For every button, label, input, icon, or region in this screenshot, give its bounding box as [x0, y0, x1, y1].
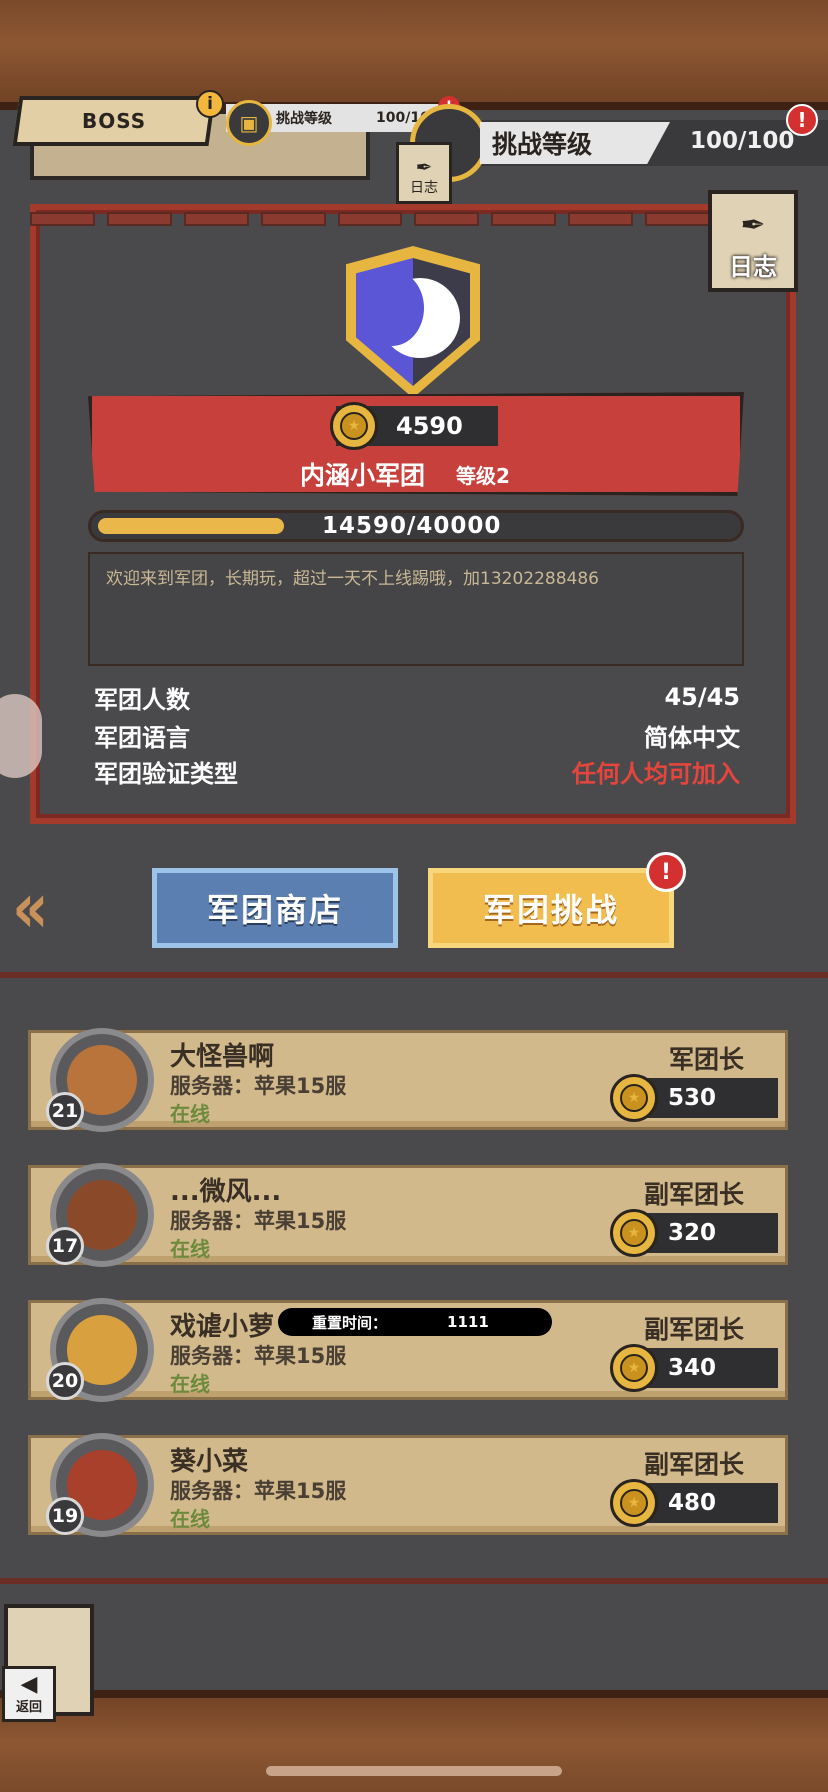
quill-icon: ✒ — [415, 155, 433, 179]
moon-cut — [360, 270, 424, 346]
member-coins: 320 — [668, 1220, 717, 1246]
log-button-small[interactable]: ✒ 日志 — [396, 142, 452, 204]
divider — [0, 972, 828, 978]
alert-icon: ! — [786, 104, 818, 136]
quill-icon: ✒ — [740, 208, 766, 243]
guild-shop-button[interactable]: 军团商店 — [152, 868, 398, 948]
log-label-small: 日志 — [410, 180, 438, 196]
member-server: 服务器：苹果15服 — [170, 1344, 347, 1368]
guild-score: 4590 — [396, 412, 463, 440]
guild-challenge-button[interactable]: 军团挑战 — [428, 868, 674, 948]
back-label: 返回 — [15, 1699, 42, 1715]
member-status: 在线 — [170, 1507, 210, 1531]
coin-icon: ★ — [610, 1344, 658, 1392]
member-name: ...微风... — [170, 1177, 282, 1207]
reset-time-value: 1111 — [447, 1313, 489, 1331]
home-indicator[interactable] — [266, 1766, 562, 1776]
top-wood-frame — [0, 0, 828, 110]
mini-challenge-label: 挑战等级 — [276, 111, 332, 127]
divider — [0, 1578, 828, 1584]
bottom-wood-frame — [0, 1690, 828, 1792]
challenge-alert-icon: ! — [646, 852, 686, 892]
member-role: 副军团长 — [643, 1450, 744, 1479]
member-coins: 530 — [668, 1085, 717, 1111]
member-status: 在线 — [170, 1102, 210, 1126]
info-value: 简体中文 — [644, 723, 740, 752]
member-level-badge: 17 — [46, 1227, 84, 1265]
challenge-level-value: 100/100 — [690, 128, 795, 154]
member-status: 在线 — [170, 1237, 210, 1261]
treasure-chest-icon: ▣ — [226, 100, 272, 146]
member-coins: 340 — [668, 1355, 717, 1381]
coin-icon: ★ — [610, 1479, 658, 1527]
boss-button[interactable]: BOSS — [12, 96, 216, 146]
log-label: 日志 — [729, 253, 777, 281]
member-role: 副军团长 — [643, 1315, 744, 1344]
back-button[interactable]: ◀ 返回 — [2, 1666, 56, 1722]
member-name: 葵小菜 — [170, 1447, 249, 1477]
coin-icon: ★ — [610, 1074, 658, 1122]
info-label: 军团人数 — [94, 685, 190, 714]
member-server: 服务器：苹果15服 — [170, 1074, 347, 1098]
double-chevron-left-icon[interactable]: « — [12, 872, 62, 944]
panel-decoration — [30, 212, 711, 232]
boss-label: BOSS — [81, 109, 147, 133]
info-value: 45/45 — [664, 683, 740, 711]
reset-time-overlay: 重置时间： 1111 — [278, 1308, 552, 1336]
member-name: 大怪兽啊 — [170, 1042, 275, 1072]
coin-icon: ★ — [330, 402, 378, 450]
guild-name: 内涵小军团 — [300, 461, 426, 490]
info-icon[interactable]: i — [196, 90, 224, 118]
member-role: 军团长 — [668, 1045, 744, 1074]
member-server: 服务器：苹果15服 — [170, 1479, 347, 1503]
guild-level: 等级2 — [456, 464, 510, 488]
info-label: 军团验证类型 — [94, 759, 238, 788]
info-row-members: 军团人数 45/45 — [94, 680, 740, 714]
member-level-badge: 20 — [46, 1362, 84, 1400]
member-level-badge: 19 — [46, 1497, 84, 1535]
info-row-language: 军团语言 简体中文 — [94, 718, 740, 752]
info-label: 军团语言 — [94, 723, 190, 752]
chat-bubble-icon[interactable] — [0, 694, 42, 778]
member-name: 戏谑小萝 — [170, 1312, 275, 1342]
back-arrow-icon: ◀ — [20, 1671, 38, 1697]
xp-text: 14590/40000 — [322, 513, 502, 539]
info-value: 任何人均可加入 — [572, 759, 740, 788]
guild-notice-text: 欢迎来到军团，长期玩，超过一天不上线踢哦，加13202288486 — [106, 569, 599, 589]
challenge-level-label: 挑战等级 — [480, 122, 670, 164]
member-server: 服务器：苹果15服 — [170, 1209, 347, 1233]
member-level-badge: 21 — [46, 1092, 84, 1130]
info-row-verification: 军团验证类型 任何人均可加入 — [94, 754, 740, 788]
log-button[interactable]: ✒ 日志 — [708, 190, 798, 292]
xp-bar-fill — [98, 518, 284, 534]
member-coins: 480 — [668, 1490, 717, 1516]
member-status: 在线 — [170, 1372, 210, 1396]
coin-icon: ★ — [610, 1209, 658, 1257]
member-role: 副军团长 — [643, 1180, 744, 1209]
reset-time-label: 重置时间： — [312, 1313, 388, 1332]
